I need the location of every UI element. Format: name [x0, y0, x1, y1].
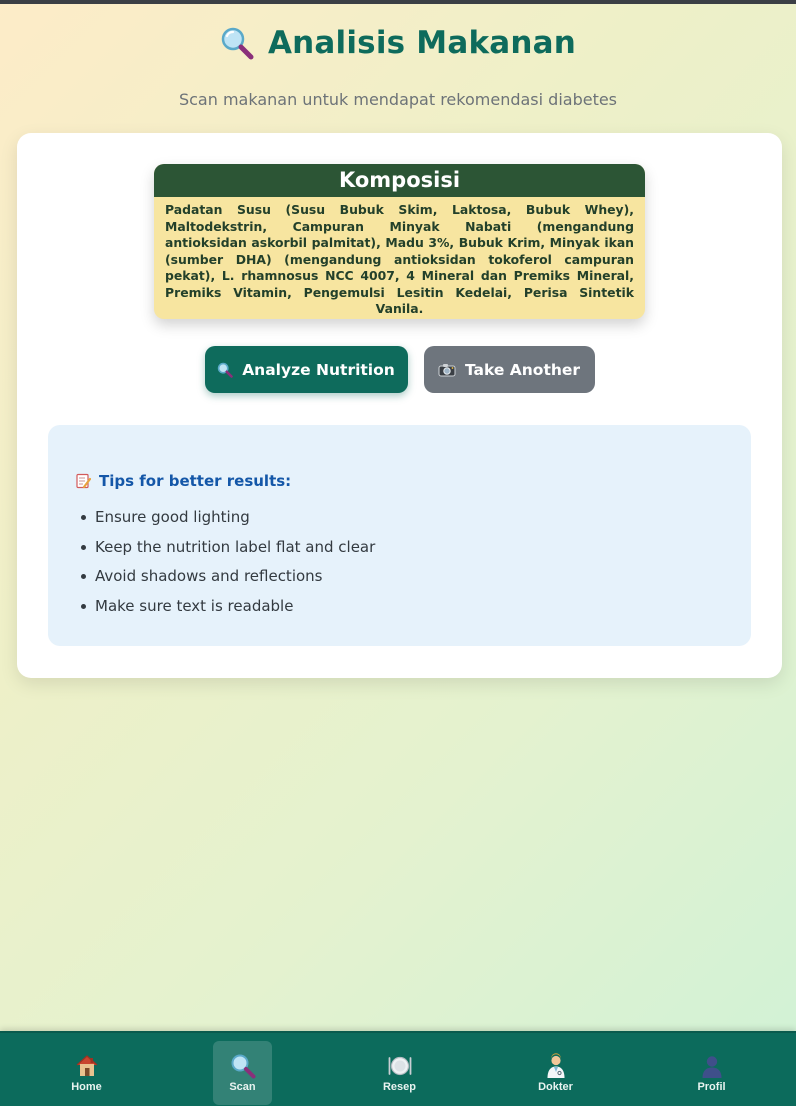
- window-top-border: [0, 0, 796, 4]
- nav-item-dokter[interactable]: Dokter: [526, 1041, 585, 1105]
- house-icon: [76, 1055, 97, 1076]
- nav-label-dokter: Dokter: [538, 1081, 573, 1093]
- magnifier-icon: [217, 362, 233, 378]
- tip-item: Avoid shadows and reflections: [76, 566, 751, 596]
- take-another-button[interactable]: Take Another: [423, 346, 595, 393]
- nav-item-resep[interactable]: Resep: [370, 1041, 429, 1105]
- nav-item-profil[interactable]: Profil: [682, 1041, 741, 1105]
- label-ingredients-text: Padatan Susu (Susu Bubuk Skim, Laktosa, …: [165, 202, 634, 316]
- tips-title: Tips for better results:: [99, 472, 292, 490]
- tips-list: Ensure good lighting Keep the nutrition …: [76, 507, 751, 625]
- bottom-navigation: Home Scan Resep Dokter Profil: [0, 1031, 796, 1106]
- page-title: Analisis Makanan: [267, 25, 577, 61]
- analyze-nutrition-button[interactable]: Analyze Nutrition: [204, 346, 408, 393]
- nav-item-home[interactable]: Home: [57, 1041, 116, 1105]
- take-another-button-label: Take Another: [464, 360, 581, 379]
- action-buttons: Analyze Nutrition Take Another: [17, 346, 782, 393]
- nav-label-home: Home: [71, 1081, 102, 1093]
- magnifier-icon: [221, 27, 254, 60]
- plate-icon: [388, 1056, 411, 1076]
- doctor-icon: [547, 1053, 564, 1078]
- tip-item: Keep the nutrition label flat and clear: [76, 537, 751, 567]
- nav-label-scan: Scan: [229, 1081, 256, 1093]
- user-icon: [702, 1056, 721, 1078]
- nav-label-profil: Profil: [697, 1081, 726, 1093]
- page-header: Analisis Makanan Scan makanan untuk mend…: [0, 22, 796, 109]
- nav-item-scan[interactable]: Scan: [213, 1041, 272, 1105]
- camera-icon: [438, 363, 456, 376]
- nav-label-resep: Resep: [382, 1081, 417, 1093]
- tips-heading: Tips for better results:: [76, 471, 751, 491]
- tips-panel: Tips for better results: Ensure good lig…: [48, 425, 751, 646]
- label-heading: Komposisi: [154, 164, 645, 197]
- tip-item: Ensure good lighting: [76, 507, 751, 537]
- magnifier-icon: [231, 1054, 255, 1079]
- scanned-label-image: Komposisi Padatan Susu (Susu Bubuk Skim,…: [154, 164, 645, 319]
- memo-icon: [76, 473, 91, 489]
- title-row: Analisis Makanan: [0, 22, 796, 64]
- page-subtitle: Scan makanan untuk mendapat rekomendasi …: [178, 90, 618, 109]
- analyze-button-label: Analyze Nutrition: [242, 360, 395, 379]
- tip-item: Make sure text is readable: [76, 596, 751, 626]
- scan-card: Komposisi Padatan Susu (Susu Bubuk Skim,…: [17, 133, 782, 678]
